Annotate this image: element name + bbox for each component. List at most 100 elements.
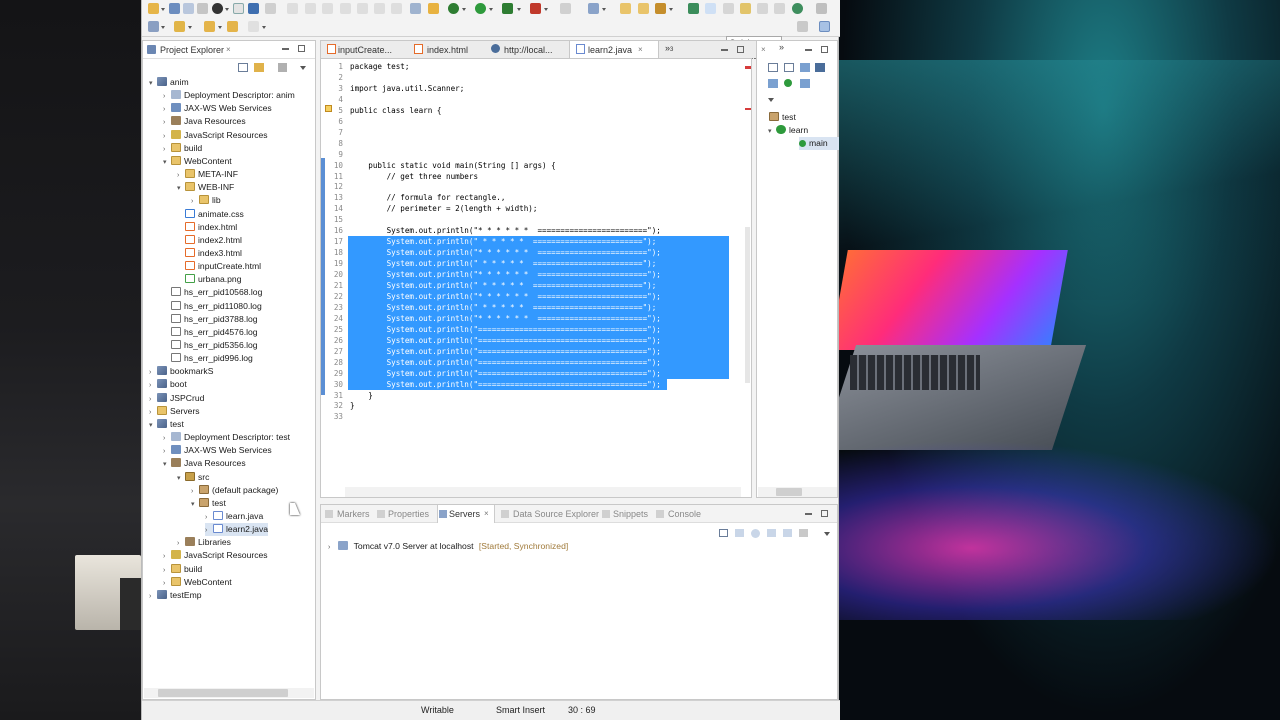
tree-item[interactable]: › Deployment Descriptor: anim [163,89,295,102]
code-line[interactable]: System.out.println("====================… [348,378,667,390]
save-all-icon[interactable] [183,3,194,14]
editor-horizontal-scrollbar[interactable] [345,487,741,497]
tree-item[interactable]: hs_err_pid996.log [163,352,253,365]
tree-item[interactable]: › JAX-WS Web Services [163,444,272,457]
chevron-down-icon[interactable]: ▾ [163,458,171,471]
code-line[interactable]: } [350,390,373,401]
chevron-down-icon[interactable]: ▾ [177,472,185,485]
maximize-icon[interactable] [821,46,828,53]
code-line[interactable]: System.out.println("* * * * * * ========… [350,225,661,236]
chevron-right-icon[interactable]: › [163,90,171,103]
hide-local-types-icon[interactable] [784,79,792,87]
outline-item-class[interactable]: ▾ learn [768,124,808,137]
tab-snippets[interactable]: Snippets [613,507,648,521]
tree-item[interactable]: hs_err_pid3788.log [163,313,258,326]
code-line[interactable]: System.out.println(" * * * * * =========… [348,236,729,248]
tree-item[interactable]: › JavaScript Resources [163,129,268,142]
tab-servers[interactable]: Servers [449,507,480,521]
tree-item[interactable]: hs_err_pid4576.log [163,326,258,339]
resume-icon[interactable] [287,3,298,14]
tree-item[interactable]: › Servers [149,405,200,418]
skip-breakpoints-icon[interactable] [233,3,244,14]
perspective-icon[interactable] [797,21,808,32]
tree-item[interactable]: index3.html [177,247,242,260]
chevron-right-icon[interactable]: › [163,143,171,156]
print-icon[interactable] [197,3,208,14]
pin-editor-icon[interactable] [816,3,827,14]
tab-properties[interactable]: Properties [388,507,429,521]
editor-tab-active[interactable]: learn2.java × [569,41,659,59]
hide-static-icon[interactable] [815,63,825,72]
tab-markers[interactable]: Markers [337,507,370,521]
tree-item[interactable]: › build [163,142,202,155]
tree-item[interactable]: ▾ anim [149,76,189,89]
chevron-right-icon[interactable]: › [163,103,171,116]
code-line[interactable]: System.out.println("====================… [348,356,729,368]
stop-server-icon[interactable] [799,529,808,537]
search-icon[interactable] [655,3,666,14]
next-annotation-icon[interactable] [740,3,751,14]
new-icon[interactable] [148,3,159,14]
publish-icon[interactable] [783,529,792,537]
previous-annotation-icon[interactable] [757,3,768,14]
editor-tab-inputcreate[interactable]: inputCreate... [338,43,392,57]
chevron-right-icon[interactable]: › [163,130,171,143]
hide-fields-icon[interactable] [800,63,810,72]
collapse-all-icon[interactable] [238,63,248,72]
tree-item[interactable]: inputCreate.html [177,260,261,273]
java-ee-perspective-icon[interactable] [819,21,830,32]
chevron-right-icon[interactable]: › [205,511,213,524]
chevron-right-icon[interactable]: › [177,169,185,182]
minimize-icon[interactable] [721,49,728,51]
chevron-down-icon[interactable]: ▾ [149,419,157,432]
close-icon[interactable]: × [484,510,491,518]
tree-item[interactable]: › Java Resources [163,115,246,128]
chevron-right-icon[interactable]: › [149,393,157,406]
chevron-right-icon[interactable]: › [163,577,171,590]
hide-nonpublic-icon[interactable] [768,79,778,88]
maximize-icon[interactable] [821,510,828,517]
block-selection-icon[interactable] [705,3,716,14]
suspend-icon[interactable] [305,3,316,14]
chevron-down-icon[interactable]: ▾ [149,77,157,90]
minimize-icon[interactable] [805,513,812,515]
code-line[interactable]: import java.util.Scanner; [350,83,464,94]
code-line[interactable]: // perimeter = 2(length + width); [350,203,538,214]
editor-tab-index[interactable]: index.html [427,43,468,57]
chevron-right-icon[interactable]: › [163,445,171,458]
code-line[interactable]: System.out.println("* * * * * * ========… [348,290,729,302]
collapse-all-icon[interactable] [768,63,778,72]
pointer-icon[interactable] [265,3,276,14]
back-history-icon[interactable] [227,21,238,32]
chevron-right-icon[interactable]: › [205,524,213,537]
tree-item[interactable]: ▾ WEB-INF [177,181,234,194]
next-edit-icon[interactable] [174,21,185,32]
editor-tab-localhost[interactable]: http://local... [504,43,553,57]
tree-item[interactable]: ▾ src [177,471,209,484]
back-icon[interactable] [204,21,215,32]
overview-warning-marker[interactable] [745,108,751,110]
code-line[interactable]: System.out.println("====================… [348,367,729,379]
tree-item[interactable]: › JSPCrud [149,392,204,405]
tree-item[interactable]: › Libraries [177,536,231,549]
chevron-right-icon[interactable]: › [163,116,171,129]
new-java-package-icon[interactable] [560,3,571,14]
chevron-right-icon[interactable]: › [149,379,157,392]
outline-item-method[interactable]: main [799,137,839,150]
step-return-icon[interactable] [391,3,402,14]
sort-icon[interactable] [784,63,794,72]
minimize-icon[interactable] [282,48,289,50]
link-icon[interactable] [800,79,810,88]
explorer-horizontal-scrollbar[interactable] [144,688,314,698]
chevron-right-icon[interactable]: › [149,590,157,603]
chevron-right-icon[interactable]: › [328,541,336,554]
tree-item[interactable]: index.html [177,221,237,234]
code-line[interactable]: // get three numbers [350,171,478,182]
close-icon[interactable]: × [761,46,768,54]
tree-item[interactable]: › Deployment Descriptor: test [163,431,290,444]
profile-server-icon[interactable] [767,529,776,537]
web-browser-icon[interactable] [792,3,803,14]
forward-icon[interactable] [248,21,259,32]
tree-item[interactable]: › bookmarkS [149,365,213,378]
server-run-icon[interactable] [502,3,513,14]
